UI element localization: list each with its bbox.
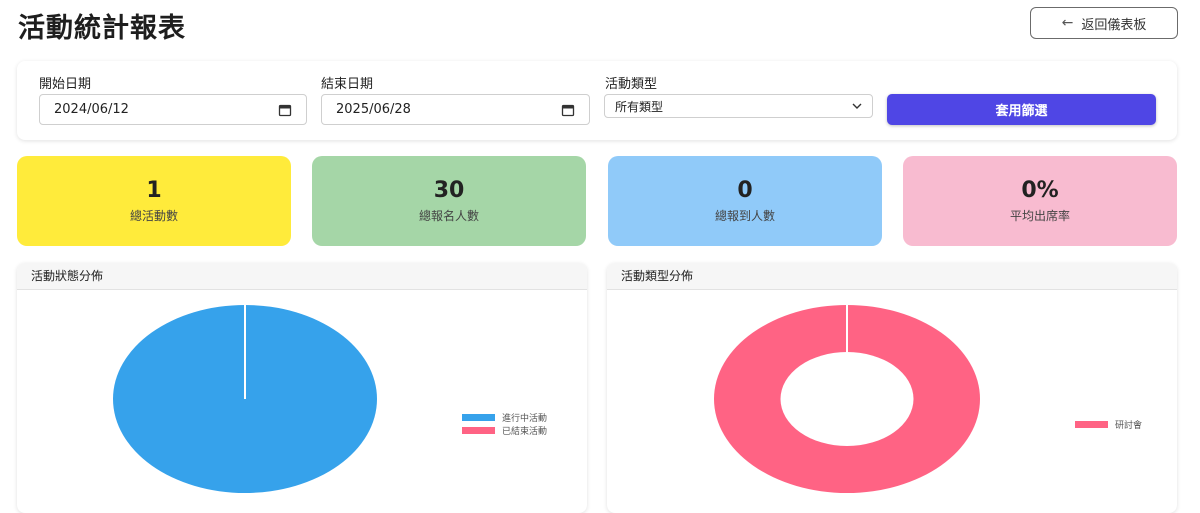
status-pie-chart: 進行中活動已結束活動 xyxy=(113,305,547,493)
doughnut-hole xyxy=(780,352,914,446)
event-type-label: 活動類型 xyxy=(605,77,658,92)
stat-value: 30 xyxy=(433,178,465,203)
status-chart-title: 活動狀態分佈 xyxy=(17,263,587,290)
back-button-label: 返回儀表板 xyxy=(1081,17,1147,33)
type-chart-title: 活動類型分佈 xyxy=(607,263,1177,290)
calendar-icon[interactable] xyxy=(561,103,575,117)
page-title: 活動統計報表 xyxy=(18,13,186,44)
stat-label: 總報名人數 xyxy=(418,209,479,223)
legend-swatch[interactable] xyxy=(462,427,495,434)
apply-filter-button[interactable]: 套用篩選 xyxy=(887,94,1156,125)
stat-value: 0% xyxy=(1021,178,1059,203)
legend-label[interactable]: 研討會 xyxy=(1115,419,1142,431)
legend-label[interactable]: 進行中活動 xyxy=(502,412,547,424)
stat-label: 平均出席率 xyxy=(1009,209,1070,223)
end-date-value: 2025/06/28 xyxy=(336,102,411,117)
event-type-select[interactable]: 所有類型 xyxy=(604,94,873,118)
start-date-input[interactable]: 2024/06/12 xyxy=(39,94,307,125)
stat-card-total-events: 1 總活動數 xyxy=(17,156,291,246)
stat-label: 總報到人數 xyxy=(714,209,775,223)
end-date-label: 結束日期 xyxy=(321,77,374,92)
filter-panel: 開始日期 2024/06/12 結束日期 2025/06/28 活動類型 所有類… xyxy=(17,61,1177,140)
status-chart-card: 活動狀態分佈 進行中活動 已結束活動 xyxy=(17,263,587,513)
legend-swatch[interactable] xyxy=(462,414,495,421)
back-to-dashboard-button[interactable]: ← 返回儀表板 xyxy=(1030,7,1178,39)
end-date-input[interactable]: 2025/06/28 xyxy=(321,94,590,125)
legend-label[interactable]: 已結束活動 xyxy=(502,425,547,437)
event-type-selected: 所有類型 xyxy=(615,99,664,114)
calendar-icon[interactable] xyxy=(278,103,292,117)
type-doughnut-chart: 研討會 xyxy=(714,305,1142,493)
type-chart-card: 活動類型分佈 研討會 xyxy=(607,263,1177,513)
stat-value: 0 xyxy=(737,178,753,203)
stat-value: 1 xyxy=(146,178,162,203)
stat-card-total-registrations: 30 總報名人數 xyxy=(312,156,586,246)
arrow-left-icon: ← xyxy=(1061,15,1074,31)
start-date-label: 開始日期 xyxy=(39,77,92,92)
stat-label: 總活動數 xyxy=(129,209,178,223)
stat-card-attendance-rate: 0% 平均出席率 xyxy=(903,156,1177,246)
legend-swatch[interactable] xyxy=(1075,421,1108,428)
stat-card-total-checkins: 0 總報到人數 xyxy=(608,156,882,246)
chevron-down-icon xyxy=(852,103,862,109)
start-date-value: 2024/06/12 xyxy=(54,102,129,117)
